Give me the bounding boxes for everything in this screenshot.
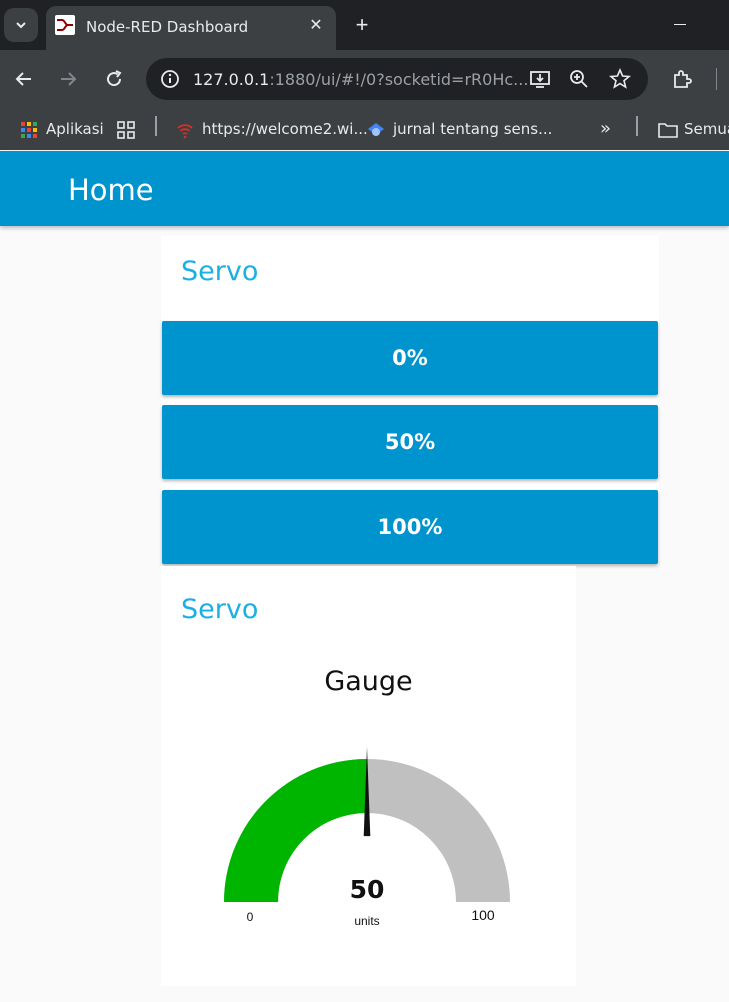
bookmark-welcome2-label: https://welcome2.wi... xyxy=(202,120,368,138)
tab-search-button[interactable] xyxy=(4,8,38,42)
dashboard-header: Home xyxy=(0,151,729,226)
forward-button[interactable] xyxy=(56,67,80,91)
tab-title: Node-RED Dashboard xyxy=(86,18,249,36)
bookmark-jurnal[interactable]: jurnal tentang sens... xyxy=(367,118,552,140)
bookmarks-bar: Aplikasi https://welcome2.wi... jurnal t… xyxy=(0,108,729,150)
tab-groups-button[interactable] xyxy=(117,118,143,140)
gauge-max-label: 100 xyxy=(471,907,495,923)
zoom-icon[interactable] xyxy=(567,67,591,91)
apps-grid-icon xyxy=(20,121,38,139)
chevron-down-icon xyxy=(16,22,26,29)
bookmark-separator xyxy=(155,116,157,136)
folder-icon xyxy=(658,121,678,139)
wifi-icon xyxy=(176,121,194,139)
arrow-left-icon xyxy=(15,72,31,86)
bookmark-separator xyxy=(636,116,638,136)
tab-strip: Node-RED Dashboard ✕ + xyxy=(0,0,729,50)
toolbar-divider xyxy=(716,68,717,90)
gauge-units: units xyxy=(354,914,379,928)
gauge-value: 50 xyxy=(350,875,385,904)
url-path: :1880/ui/#!/0?socketid=rR0Hc... xyxy=(269,70,529,89)
reload-icon xyxy=(107,70,122,87)
servo-0-percent-button[interactable]: 0% xyxy=(162,321,658,395)
minimize-window-button[interactable] xyxy=(668,12,692,36)
site-info-icon[interactable] xyxy=(158,67,182,91)
arrow-right-icon xyxy=(61,72,77,86)
bookmark-folder-all[interactable]: Semua xyxy=(658,118,729,140)
back-button[interactable] xyxy=(12,67,36,91)
browser-toolbar: 127.0.0.1:1880/ui/#!/0?socketid=rR0Hc... xyxy=(0,50,729,108)
bookmark-star-icon[interactable] xyxy=(608,67,632,91)
more-bookmarks-icon[interactable]: » xyxy=(600,118,611,140)
servo-50-percent-button[interactable]: 50% xyxy=(162,405,658,479)
gauge-fill xyxy=(224,759,367,902)
browser-tab[interactable]: Node-RED Dashboard ✕ xyxy=(46,6,336,50)
bookmark-jurnal-label: jurnal tentang sens... xyxy=(393,120,553,138)
gauge-min-label: 0 xyxy=(247,910,254,924)
new-tab-button[interactable]: + xyxy=(350,13,374,37)
page-title: Home xyxy=(68,173,154,207)
address-bar[interactable]: 127.0.0.1:1880/ui/#!/0?socketid=rR0Hc... xyxy=(146,58,648,100)
reload-button[interactable] xyxy=(102,67,126,91)
tab-groups-icon xyxy=(117,120,135,139)
url-text[interactable]: 127.0.0.1:1880/ui/#!/0?socketid=rR0Hc... xyxy=(193,70,528,89)
servo-gauge-card: Servo Gauge 50 units 0 100 xyxy=(161,566,576,986)
bookmark-folder-label: Semua xyxy=(684,120,729,138)
bookmark-welcome2[interactable]: https://welcome2.wi... xyxy=(176,118,368,140)
node-red-favicon-icon xyxy=(55,15,75,35)
scholar-icon xyxy=(367,121,385,139)
url-host: 127.0.0.1 xyxy=(193,70,270,89)
install-app-icon[interactable] xyxy=(528,67,552,91)
bookmark-apps-label: Aplikasi xyxy=(46,120,104,138)
extensions-puzzle-icon[interactable] xyxy=(670,67,694,91)
servo-100-percent-button[interactable]: 100% xyxy=(162,490,658,564)
group-title: Servo xyxy=(181,256,259,287)
gauge: 50 units 0 100 xyxy=(224,747,510,928)
bookmark-apps[interactable]: Aplikasi xyxy=(20,118,104,140)
close-tab-icon[interactable]: ✕ xyxy=(306,16,326,36)
